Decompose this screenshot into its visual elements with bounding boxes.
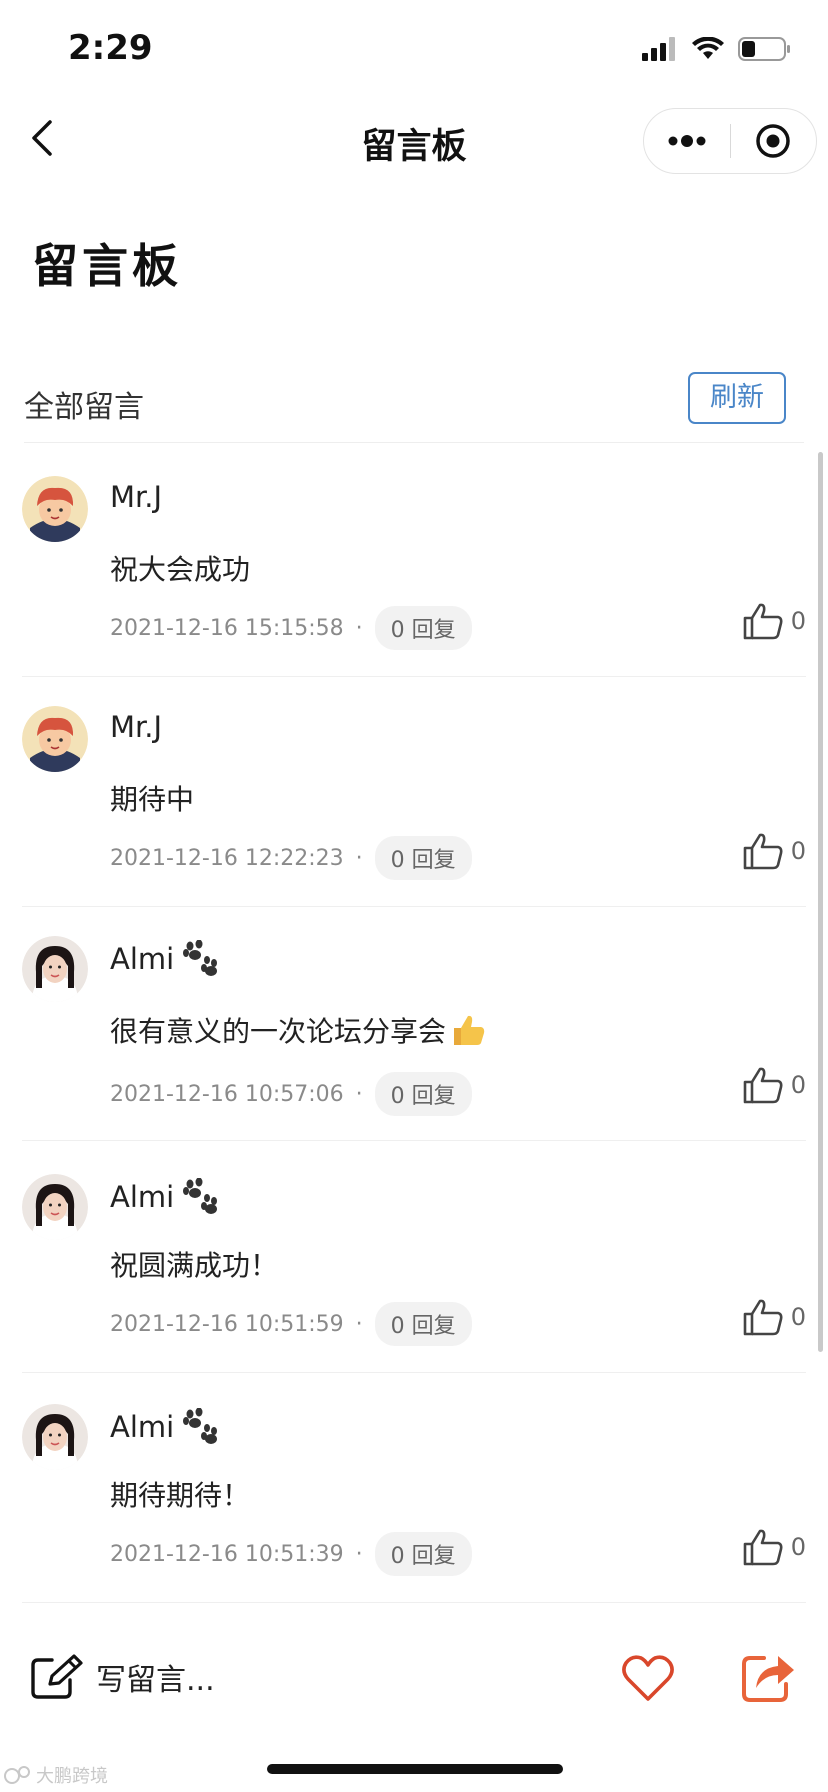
separator-dot: · [355,1541,363,1567]
status-bar: 2:29 [0,0,828,92]
separator-dot: · [355,845,363,871]
username-text: Almi [110,942,175,976]
paw-print-icon [183,940,218,976]
watermark: 大鹏跨境 [4,1762,108,1788]
comment-item: Almi 祝圆满成功！ 2021-12-16 10:51:59 · 0 回复 0 [22,1174,806,1373]
boy-cartoon-avatar-icon [22,706,88,772]
comment-meta: 2021-12-16 10:57:06 · 0 回复 [110,1072,472,1116]
username-text: Almi [110,1180,175,1214]
like-button[interactable]: 0 [743,1528,806,1566]
write-comment-button[interactable]: 写留言... [30,1654,215,1700]
comment-meta: 2021-12-16 10:51:39 · 0 回复 [110,1532,472,1576]
share-icon[interactable] [740,1648,796,1704]
reply-count-button[interactable]: 0 回复 [374,1072,472,1116]
avatar[interactable] [22,936,88,1002]
separator-dot: · [355,615,363,641]
girl-photo-avatar-icon [22,1174,88,1240]
like-button[interactable]: 0 [743,1298,806,1336]
like-button[interactable]: 0 [743,602,806,640]
heart-icon[interactable] [620,1652,676,1704]
reply-count-button[interactable]: 0 回复 [374,606,472,650]
girl-photo-avatar-icon [22,1404,88,1470]
reply-count-button[interactable]: 0 回复 [374,836,472,880]
comment-username: Mr.J [110,710,162,744]
reply-count-button[interactable]: 0 回复 [374,1302,472,1346]
comment-timestamp: 2021-12-16 10:57:06 [110,1081,344,1107]
comment-text: 期待期待！ [110,1479,251,1512]
cellular-signal-icon [642,37,675,61]
avatar[interactable] [22,706,88,772]
comment-username: Mr.J [110,480,162,514]
like-button[interactable]: 0 [743,832,806,870]
girl-photo-avatar-icon [22,936,88,1002]
thumbs-up-icon [743,1299,783,1336]
comment-text: 期待中 [110,783,195,816]
reply-count-button[interactable]: 0 回复 [374,1532,472,1576]
comment-meta: 2021-12-16 10:51:59 · 0 回复 [110,1302,472,1346]
comment-username: Almi [110,940,220,978]
bottom-action-bar: 写留言... [0,1640,828,1720]
wifi-icon [692,37,724,59]
target-circle-icon [756,124,790,158]
watermark-logo-icon [4,1766,30,1784]
comment-text: 祝大会成功 [110,553,251,586]
username-text: Almi [110,1410,175,1444]
scrollbar[interactable] [818,452,823,1352]
avatar[interactable] [22,1404,88,1470]
like-count: 0 [790,607,806,635]
status-time: 2:29 [68,28,153,68]
like-count: 0 [790,837,806,865]
separator-dot: · [355,1311,363,1337]
status-icons [642,34,792,64]
more-menu-button[interactable] [644,109,730,173]
message-board-page: 2:29 留言板 留言板 全部留言 刷新 Mr.J 祝大会成功 2021-12-… [0,0,828,1792]
separator-dot: · [355,1081,363,1107]
username-text: Mr.J [110,480,163,514]
comment-username: Almi [110,1408,220,1446]
comment-timestamp: 2021-12-16 10:51:59 [110,1311,344,1337]
avatar[interactable] [22,1174,88,1240]
like-count: 0 [790,1071,806,1099]
edit-pen-icon [31,1654,83,1699]
comment-item: Mr.J 期待中 2021-12-16 12:22:23 · 0 回复 0 [22,706,806,907]
comment-text-content: 很有意义的一次论坛分享会 [110,1015,447,1048]
boy-cartoon-avatar-icon [22,476,88,542]
section-title: 全部留言 [24,390,144,425]
avatar[interactable] [22,476,88,542]
watermark-text: 大鹏跨境 [36,1766,108,1787]
refresh-button[interactable]: 刷新 [688,372,786,424]
comment-meta: 2021-12-16 15:15:58 · 0 回复 [110,606,472,650]
like-button[interactable]: 0 [743,1066,806,1104]
comment-timestamp: 2021-12-16 12:22:23 [110,845,344,871]
thumbs-up-icon [743,1529,783,1566]
thumbs-up-emoji-icon [454,1015,485,1045]
thumbs-up-icon [743,1067,783,1104]
comment-timestamp: 2021-12-16 10:51:39 [110,1541,344,1567]
comment-text: 祝圆满成功！ [110,1249,279,1282]
navigation-bar: 留言板 [0,100,828,180]
like-count: 0 [790,1533,806,1561]
close-mini-program-button[interactable] [731,109,817,173]
like-count: 0 [790,1303,806,1331]
username-text: Mr.J [110,710,163,744]
comment-timestamp: 2021-12-16 15:15:58 [110,615,344,641]
paw-print-icon [183,1178,218,1214]
mini-program-capsule [643,108,817,174]
home-indicator [267,1764,563,1774]
page-heading: 留言板 [32,239,182,293]
comment-item: Almi 很有意义的一次论坛分享会 2021-12-16 10:57:06 · [22,936,806,1141]
comment-text: 很有意义的一次论坛分享会 [110,1010,486,1050]
section-header: 全部留言 刷新 [24,368,804,443]
comment-meta: 2021-12-16 12:22:23 · 0 回复 [110,836,472,880]
more-dots-icon [668,135,706,147]
battery-icon [738,37,790,61]
comment-username: Almi [110,1178,220,1216]
paw-print-icon [183,1408,218,1444]
write-comment-label: 写留言... [96,1663,215,1698]
thumbs-up-icon [743,603,783,640]
thumbs-up-icon [743,833,783,870]
comment-item: Almi 期待期待！ 2021-12-16 10:51:39 · 0 回复 0 [22,1404,806,1603]
comment-item: Mr.J 祝大会成功 2021-12-16 15:15:58 · 0 回复 0 [22,476,806,677]
